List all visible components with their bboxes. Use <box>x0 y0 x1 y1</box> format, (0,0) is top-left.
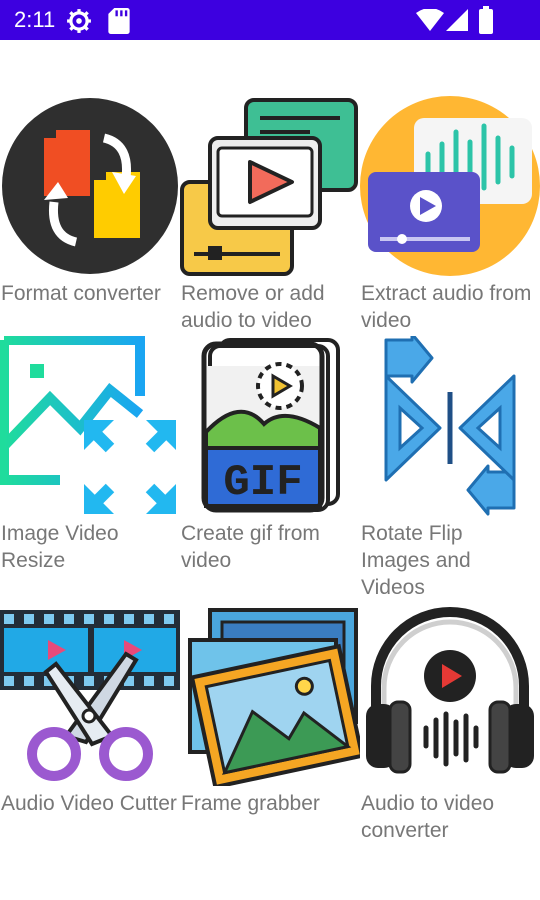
rotate-flip-icon <box>384 336 516 516</box>
status-bar: 2:11 <box>0 0 540 40</box>
audio-extract-icon <box>360 96 540 276</box>
scissors-cutter-icon <box>0 610 180 781</box>
tool-label: Audio to video converter <box>361 792 495 842</box>
tool-label: Audio Video Cutter <box>1 792 177 815</box>
svg-text:GIF: GIF <box>223 458 302 508</box>
gif-icon: GIF <box>201 338 340 513</box>
tool-label: Image Video Resize <box>1 522 119 572</box>
wifi-icon <box>416 9 444 31</box>
status-time: 2:11 <box>14 7 56 32</box>
cellular-signal-icon <box>446 9 468 31</box>
frame-grabber-icon <box>188 608 360 786</box>
format-converter-icon <box>2 98 178 274</box>
tool-label: Frame grabber <box>181 792 320 815</box>
tool-label: Rotate Flip Images and Videos <box>361 522 471 599</box>
sd-card-icon <box>108 8 130 34</box>
tool-label: Create gif from video <box>181 522 320 572</box>
settings-gear-icon <box>67 9 91 33</box>
resize-icon <box>0 336 176 514</box>
tool-label: Remove or add audio to video <box>181 282 325 332</box>
tool-label: Extract audio from video <box>361 282 532 332</box>
battery-icon <box>479 6 493 34</box>
headphones-icon <box>366 607 534 774</box>
video-player-icon <box>180 98 358 276</box>
tool-label: Format converter <box>1 282 161 305</box>
